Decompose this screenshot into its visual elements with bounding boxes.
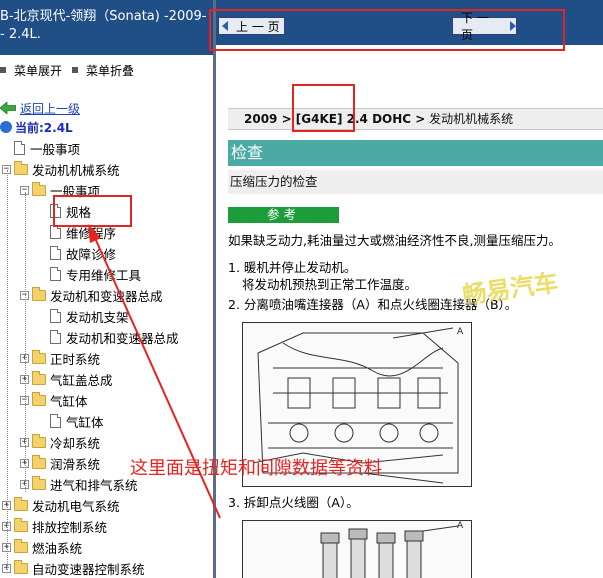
breadcrumb-current: 发动机机械系统 <box>425 112 514 126</box>
tree-item-label: 发动机支架 <box>66 309 129 325</box>
menu-expand-button[interactable]: 菜单展开 <box>0 60 62 80</box>
tree-item[interactable]: 发动机和变速器总成 <box>38 327 179 347</box>
folder-icon <box>32 391 46 406</box>
tree-item-label: 气缸体 <box>66 414 104 430</box>
highlight-nav-box <box>209 9 565 51</box>
menu-bar: 菜单展开 菜单折叠 <box>0 60 213 80</box>
section-title: 检查 <box>228 140 603 166</box>
tree-item-label: 燃油系统 <box>32 540 83 556</box>
tree-item-label: 冷却系统 <box>50 435 101 451</box>
tree-item[interactable]: 发动机支架 <box>38 306 129 326</box>
folder-icon <box>32 181 46 196</box>
tree-item-label: 故障诊修 <box>66 246 117 262</box>
highlight-engine-code-box <box>292 84 355 132</box>
back-link[interactable]: 返回上一级 <box>0 100 80 116</box>
folder-icon <box>32 475 46 490</box>
figure-callout-a: A <box>457 327 464 337</box>
section-subtitle: 压缩压力的检查 <box>228 170 603 194</box>
location-icon <box>0 121 12 133</box>
note-badge: 参考 <box>228 207 339 223</box>
tree-item[interactable]: + 自动变速器控制系统 <box>2 558 145 578</box>
document-icon <box>50 309 61 323</box>
figure-callout-a: A <box>457 521 464 531</box>
vehicle-title: B-北京现代-领翔（Sonata) -2009- - 2.4L. <box>0 0 213 55</box>
square-icon <box>72 67 79 73</box>
folder-icon <box>14 559 28 574</box>
tree-connector <box>25 192 26 492</box>
tree-item-label: 气缸盖总成 <box>50 372 113 388</box>
tree-item-label: 润滑系统 <box>50 456 101 472</box>
tree-item-label: 专用维修工具 <box>66 267 142 283</box>
folder-icon <box>32 454 46 469</box>
tree-connector <box>7 170 8 570</box>
tree-item-label: 一般事项 <box>30 141 81 157</box>
ignition-coil-drawing <box>320 525 459 578</box>
highlight-spec-box <box>53 195 132 227</box>
annotation-text: 这里面是扭矩和间隙数据等资料 <box>130 458 382 479</box>
menu-expand-label: 菜单展开 <box>14 63 63 78</box>
folder-icon <box>14 517 28 532</box>
current-location: 当前:2.4L <box>0 119 73 135</box>
tree-item-label: 进气和排气系统 <box>50 477 138 493</box>
back-link-label: 返回上一级 <box>20 101 81 116</box>
tree-item[interactable]: − 气缸体 <box>20 390 88 410</box>
document-icon <box>50 267 61 281</box>
tree-item[interactable]: 故障诊修 <box>38 243 116 263</box>
tree-item[interactable]: − 发动机和变速器总成 <box>20 285 163 305</box>
tree-item-label: 发动机和变速器总成 <box>66 330 179 346</box>
ignition-coil-diagram: A <box>242 520 472 578</box>
step-3: 3. 拆卸点火线圈（A）。 <box>228 495 359 510</box>
tree-item[interactable]: + 正时系统 <box>20 348 100 368</box>
folder-icon <box>32 433 46 448</box>
step-1-detail: 将发动机预热到正常工作温度。 <box>242 277 418 292</box>
tree-item-label: 发动机机械系统 <box>32 162 120 178</box>
tree-item-label: 发动机电气系统 <box>32 498 120 514</box>
content-pane: 上 一 页 下 一 页 2009 > [G4KE] 2.4 DOHC > 发动机… <box>216 0 603 578</box>
tree-item-label: 发动机和变速器总成 <box>50 288 163 304</box>
left-navigation-pane: B-北京现代-领翔（Sonata) -2009- - 2.4L. 菜单展开 菜单… <box>0 0 213 578</box>
tree-item[interactable]: − 发动机机械系统 <box>2 159 120 179</box>
document-icon <box>50 414 61 428</box>
tree-item[interactable]: + 润滑系统 <box>20 453 100 473</box>
folder-icon <box>32 370 46 385</box>
tree-item[interactable]: + 燃油系统 <box>2 537 82 557</box>
folder-icon <box>14 496 28 511</box>
current-location-label: 当前:2.4L <box>15 120 73 135</box>
folder-icon <box>14 160 28 175</box>
tree-item[interactable]: 专用维修工具 <box>38 264 141 284</box>
folder-icon <box>32 286 46 301</box>
document-icon <box>50 330 61 344</box>
folder-icon <box>32 349 46 364</box>
step-1: 1. 暖机并停止发动机。 <box>228 260 357 275</box>
breadcrumb: 2009 > [G4KE] 2.4 DOHC > 发动机机械系统 <box>228 108 603 130</box>
back-arrow-icon <box>0 102 16 114</box>
document-icon <box>50 225 61 239</box>
tree-item[interactable]: + 排放控制系统 <box>2 516 107 536</box>
document-icon <box>14 141 25 155</box>
tree-item[interactable]: + 气缸盖总成 <box>20 369 113 389</box>
tree-item-label: 正时系统 <box>50 351 101 367</box>
menu-collapse-label: 菜单折叠 <box>86 63 135 78</box>
tree-item-label: 排放控制系统 <box>32 519 108 535</box>
tree-item[interactable]: + 冷却系统 <box>20 432 100 452</box>
tree-item-label: 气缸体 <box>50 393 88 409</box>
menu-collapse-button[interactable]: 菜单折叠 <box>72 60 134 80</box>
tree-item-label: 自动变速器控制系统 <box>32 561 145 577</box>
watermark: 畅易汽车 <box>460 268 560 310</box>
document-icon <box>50 246 61 260</box>
folder-icon <box>14 538 28 553</box>
tree-item[interactable]: + 进气和排气系统 <box>20 474 138 494</box>
square-icon <box>0 67 6 73</box>
note-text: 如果缺乏动力,耗油量过大或燃油经济性不良,测量压缩压力。 <box>228 233 561 248</box>
tree-item[interactable]: 气缸体 <box>38 411 104 431</box>
tree-item[interactable]: + 发动机电气系统 <box>2 495 120 515</box>
tree-item[interactable]: 一般事项 <box>2 138 80 158</box>
